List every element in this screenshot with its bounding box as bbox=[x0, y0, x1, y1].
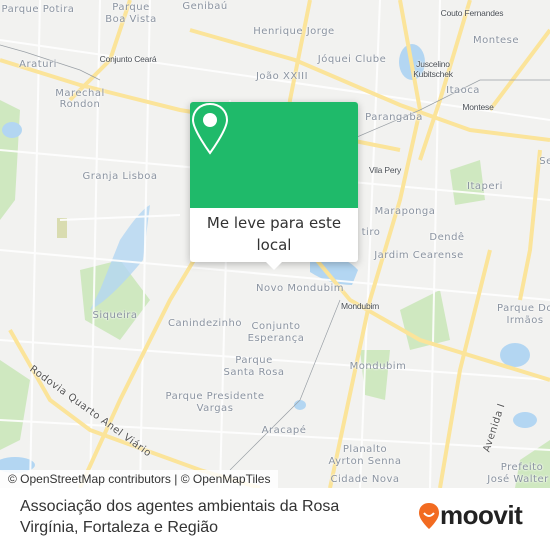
place-label: José Walter bbox=[487, 474, 549, 485]
logo-text: moovit bbox=[440, 500, 523, 530]
popup-text-line: Me leve para este bbox=[206, 214, 342, 232]
place-label: Itaperi bbox=[467, 181, 503, 192]
place-label: Maraponga bbox=[374, 206, 436, 217]
place-label: Rondon bbox=[59, 99, 101, 110]
place-label: Boa Vista bbox=[105, 14, 157, 25]
place-label: Parque bbox=[235, 355, 273, 366]
place-label: Jóquei Clube bbox=[317, 54, 387, 65]
place-label: Couto Fernandes bbox=[440, 8, 504, 18]
place-label: Parque bbox=[112, 2, 150, 13]
place-label: Araturi bbox=[19, 59, 57, 70]
place-label: Canindezinho bbox=[168, 318, 242, 329]
place-label: Montese bbox=[462, 102, 494, 112]
place-label: Planalto bbox=[342, 444, 388, 455]
map-attribution[interactable]: © OpenStreetMap contributors | © OpenMap… bbox=[0, 470, 279, 488]
place-label: Jardim Cearense bbox=[374, 250, 464, 261]
place-title: Associação dos agentes ambientais da Ros… bbox=[20, 498, 340, 536]
navigate-here-button[interactable]: Me leve para este local bbox=[190, 208, 358, 256]
place-label: Parangaba bbox=[365, 112, 423, 123]
place-label: Parque Potira bbox=[1, 4, 75, 15]
popup-pointer bbox=[266, 262, 282, 270]
place-label: Prefeito bbox=[500, 462, 544, 473]
place-label: Mondubim bbox=[349, 361, 407, 372]
place-label: Irmãos bbox=[506, 315, 544, 326]
popup-header bbox=[190, 102, 358, 208]
place-label: Mondubim bbox=[340, 301, 380, 311]
place-label: Granja Lisboa bbox=[82, 171, 158, 182]
place-label: Parque Do bbox=[497, 303, 550, 314]
moovit-pin-icon bbox=[419, 502, 439, 529]
place-label: Montese bbox=[472, 35, 520, 46]
place-label: Dendê bbox=[429, 232, 465, 243]
place-label: Santa Rosa bbox=[223, 367, 285, 378]
place-label: Conjunto bbox=[251, 321, 301, 332]
place-label: Itaoca bbox=[446, 85, 480, 96]
place-label: Ayrton Senna bbox=[328, 456, 402, 467]
place-label: João XXIII bbox=[255, 71, 309, 82]
place-label: Conjunto Ceará bbox=[99, 54, 157, 64]
place-label: Esperança bbox=[247, 333, 305, 344]
place-label: Henrique Jorge bbox=[253, 26, 335, 37]
place-label: Cidade Nova bbox=[330, 474, 400, 485]
place-label: Se bbox=[539, 156, 550, 167]
place-label: Kubitschek bbox=[413, 69, 453, 79]
popup-text-line: local bbox=[256, 236, 292, 254]
map-pin-icon bbox=[191, 102, 229, 155]
moovit-logo[interactable]: moovit bbox=[418, 500, 523, 531]
location-popup[interactable]: Me leve para este local bbox=[190, 102, 358, 270]
place-label: Vargas bbox=[196, 403, 234, 414]
map[interactable]: Parque Potira Parque Boa Vista Genibaú H… bbox=[0, 0, 550, 488]
place-label: Genibaú bbox=[182, 1, 228, 12]
place-label: Novo Mondubim bbox=[256, 283, 344, 294]
place-label: tiro bbox=[361, 227, 381, 238]
place-label: Siqueira bbox=[92, 310, 138, 321]
place-label: Aracapé bbox=[261, 425, 307, 436]
place-label: Vila Pery bbox=[368, 165, 402, 175]
place-label: Parque Presidente bbox=[165, 391, 265, 402]
